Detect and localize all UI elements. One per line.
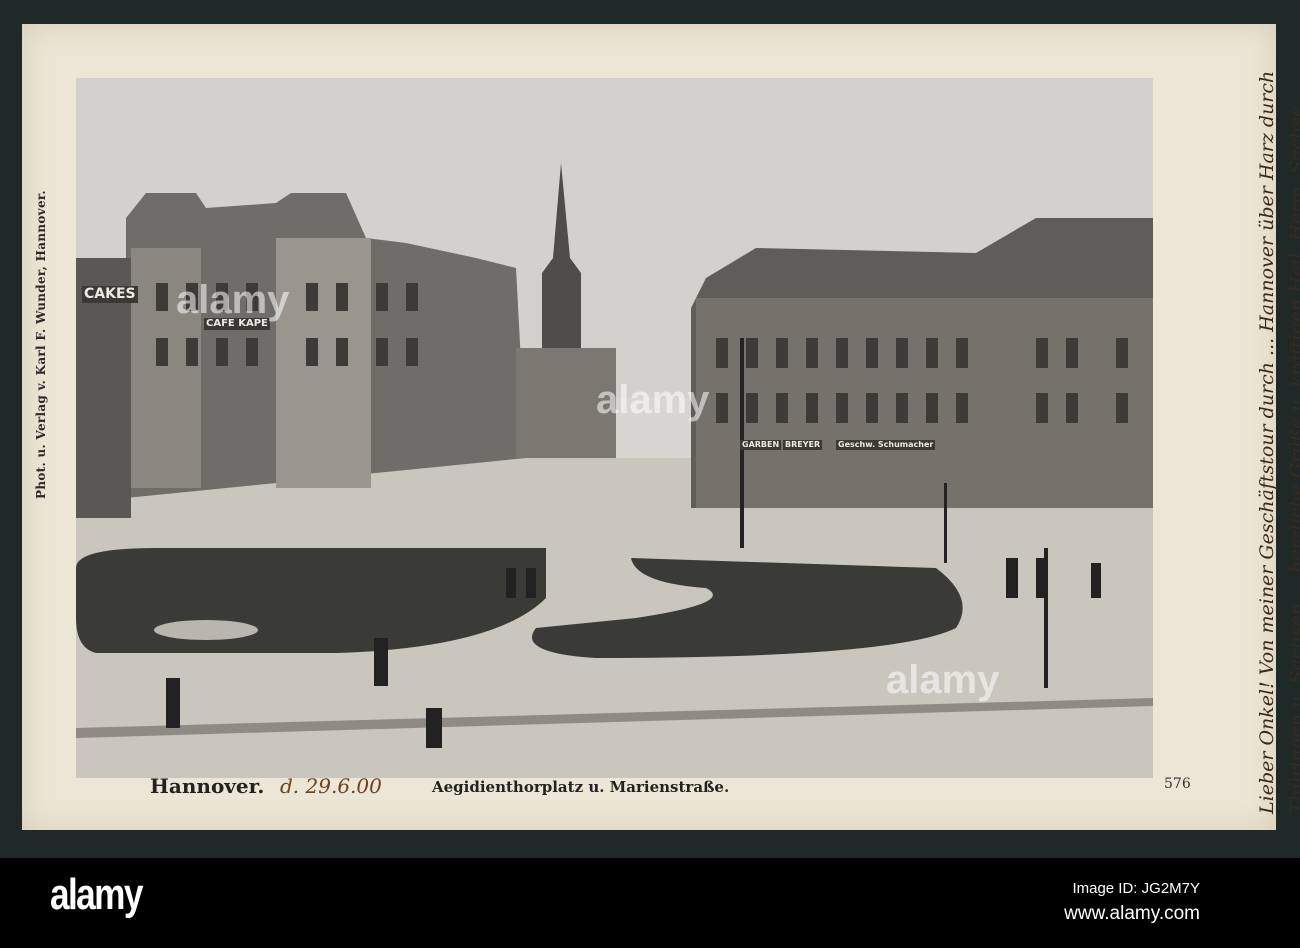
shop-sign-cakes: CAKES (82, 286, 138, 303)
postcard: Phot. u. Verlag v. Karl F. Wunder, Hanno… (22, 24, 1300, 830)
website-link[interactable]: www.alamy.com (1064, 903, 1200, 925)
watermark: alamy (596, 378, 710, 422)
image-id: Image ID: JG2M7Y (1072, 880, 1200, 897)
watermark: alamy (886, 658, 1000, 702)
alamy-logo: alamy (50, 870, 143, 919)
handwritten-date: d. 29.6.00 (280, 774, 382, 798)
watermark: alamy (176, 278, 290, 322)
shop-sign-garben: GARBEN (740, 440, 782, 450)
handwritten-message: Lieber Onkel! Von meiner Geschäftstour d… (1256, 70, 1300, 814)
street-photo: CAKES CAFE KAPE GARBEN BREYER Geschw. Sc… (76, 78, 1153, 778)
stock-footer: alamy Image ID: JG2M7Y www.alamy.com (0, 858, 1300, 948)
publisher-line: Phot. u. Verlag v. Karl F. Wunder, Hanno… (34, 190, 48, 499)
caption-city: Hannover. (150, 774, 265, 798)
caption-place: Aegidienthorplatz u. Marienstraße. (432, 778, 730, 796)
shop-sign-breyer: BREYER (783, 440, 823, 450)
card-number: 576 (1164, 776, 1191, 792)
shop-sign-schumacher: Geschw. Schumacher (836, 440, 936, 450)
